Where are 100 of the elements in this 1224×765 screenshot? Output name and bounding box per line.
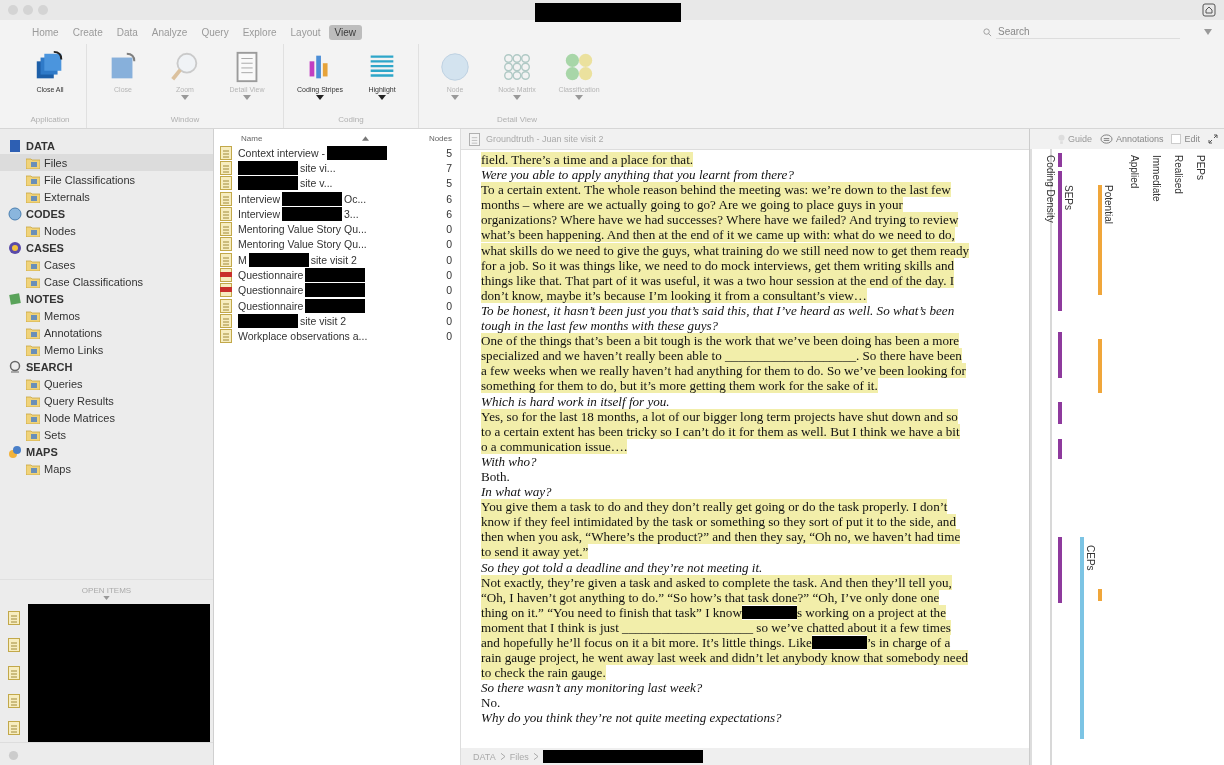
file-name[interactable]: Oc...: [344, 192, 367, 205]
node-count: 0: [445, 284, 452, 297]
sidebar-item[interactable]: Nodes: [0, 222, 213, 239]
sidebar-item[interactable]: Externals: [0, 188, 213, 205]
sidebar-item[interactable]: Files: [0, 154, 213, 171]
sidebar-item[interactable]: Maps: [0, 460, 213, 477]
redaction-bar: [238, 160, 298, 175]
coding-stripe[interactable]: [1098, 185, 1102, 295]
info-icon[interactable]: [8, 750, 19, 761]
speech-bubble-icon: [1099, 133, 1113, 145]
sphere-icon: [438, 50, 472, 84]
stripe-label: SEPs: [1063, 185, 1074, 210]
document-icon: [220, 191, 232, 206]
coding-stripe[interactable]: [1058, 439, 1062, 459]
sidebar-item[interactable]: Cases: [0, 256, 213, 273]
file-name[interactable]: Questionnaire: [238, 284, 304, 297]
node-count: 7: [445, 161, 452, 174]
sidebar-item[interactable]: Node Matrices: [0, 409, 213, 426]
sidebar-item[interactable]: Memos: [0, 307, 213, 324]
file-name[interactable]: Questionnaire: [238, 299, 304, 312]
file-name[interactable]: site v...: [300, 177, 333, 190]
caret-icon[interactable]: [103, 596, 110, 600]
sidebar-item[interactable]: Query Results: [0, 392, 213, 409]
sphere-icon: [8, 207, 22, 221]
file-name[interactable]: Workplace observations a...: [238, 330, 368, 343]
coding-stripe[interactable]: [1058, 171, 1062, 311]
redaction-bar: [326, 145, 387, 160]
document-icon[interactable]: [8, 610, 20, 625]
stripe-label: CEPs: [1085, 545, 1096, 571]
caret-icon[interactable]: [1204, 29, 1212, 35]
node-count: 5: [445, 177, 452, 190]
document-icon: [220, 298, 232, 313]
section-heading[interactable]: CASES: [0, 239, 213, 256]
file-name[interactable]: site visit 2: [300, 314, 347, 327]
document-icon[interactable]: [8, 666, 20, 680]
section-heading[interactable]: SEARCH: [0, 358, 213, 375]
file-name[interactable]: M: [238, 253, 247, 266]
file-name[interactable]: Questionnaire: [238, 269, 304, 281]
coding-stripe[interactable]: [1080, 589, 1084, 739]
document-icon[interactable]: [8, 721, 20, 736]
sidebar-item[interactable]: Sets: [0, 426, 213, 443]
file-name[interactable]: site visit 2: [310, 253, 357, 266]
stripe-label: Immediate: [1151, 155, 1162, 202]
search-field[interactable]: Search: [996, 25, 1180, 39]
interview-question: With who?: [481, 453, 538, 469]
sidebar-item[interactable]: Annotations: [0, 324, 213, 341]
ribbon-group-label: Application: [30, 115, 70, 126]
node-count: 0: [445, 330, 452, 343]
sidebar-item[interactable]: Queries: [0, 375, 213, 392]
document-icon[interactable]: [8, 638, 20, 653]
caret-icon: [513, 95, 521, 100]
file-name[interactable]: Context interview -: [238, 146, 325, 159]
node-count: 5: [445, 146, 452, 159]
node-count: 0: [445, 223, 452, 236]
document-icon: [220, 313, 232, 328]
ribbon-tab[interactable]: View: [328, 24, 363, 40]
document-icon: [220, 237, 232, 252]
column-header[interactable]: Name: [241, 133, 362, 143]
interview-answer: One of the things that’s been a bit tough is the work that we’ve been doing has been a more specialized and we haven’t really been able to ____________________. So there have been a few weeks when we really haven’t had anything for them to do. So we’ve been looking for something for them to do, but it’s more getting them work for the sake of it.: [481, 333, 967, 394]
folder-icon: [26, 411, 40, 424]
document-icon[interactable]: [8, 693, 20, 708]
coding-stripe[interactable]: [1098, 339, 1102, 393]
stripe-label: Coding Density: [1045, 155, 1056, 223]
coding-stripe[interactable]: [1058, 332, 1062, 378]
file-name[interactable]: Mentoring Value Story Qu...: [238, 223, 367, 236]
pdf-icon: [220, 283, 232, 298]
section-heading[interactable]: DATA: [0, 137, 213, 154]
file-name[interactable]: Interview: [238, 207, 280, 220]
share-icon[interactable]: [1202, 3, 1216, 17]
file-name[interactable]: site vi...: [300, 161, 336, 174]
sidebar-item[interactable]: Case Classifications: [0, 273, 213, 290]
node-count: 0: [445, 238, 452, 251]
coding-stripe[interactable]: [1058, 153, 1062, 167]
coding-stripe[interactable]: [1058, 537, 1062, 603]
file-name[interactable]: 3...: [344, 207, 359, 220]
column-header[interactable]: Nodes: [428, 133, 452, 143]
caret-icon: [316, 95, 324, 100]
interview-question: To be honest, it hasn’t been just you that’s said this, that I’ve heard as well. So what’s been tough in the last few months with these guys?: [481, 302, 956, 334]
ribbon-group-label: Window: [170, 115, 200, 126]
folder-icon: [26, 275, 40, 288]
section-heading[interactable]: NOTES: [0, 290, 213, 307]
node-count: 0: [445, 314, 452, 327]
stripe-label: PEPs: [1195, 155, 1206, 180]
file-name[interactable]: Interview: [238, 192, 280, 205]
interview-question: In what way?: [481, 484, 553, 500]
sidebar-item[interactable]: File Classifications: [0, 171, 213, 188]
redaction-bar: [305, 283, 366, 298]
file-name[interactable]: Mentoring Value Story Qu...: [238, 238, 367, 251]
coding-stripe[interactable]: [1098, 589, 1102, 601]
document-icon: [220, 145, 232, 160]
section-heading[interactable]: CODES: [0, 205, 213, 222]
section-heading[interactable]: MAPS: [0, 443, 213, 460]
sort-caret-icon[interactable]: [361, 135, 369, 141]
folder-icon: [26, 309, 40, 322]
sidebar-item[interactable]: Memo Links: [0, 341, 213, 358]
folder-icon: [26, 394, 40, 407]
document-icon: [220, 160, 232, 175]
coding-stripe[interactable]: [1058, 402, 1062, 424]
expand-icon[interactable]: [1208, 134, 1218, 144]
interview-question: So there wasn’t any monitoring last week?: [481, 680, 704, 696]
